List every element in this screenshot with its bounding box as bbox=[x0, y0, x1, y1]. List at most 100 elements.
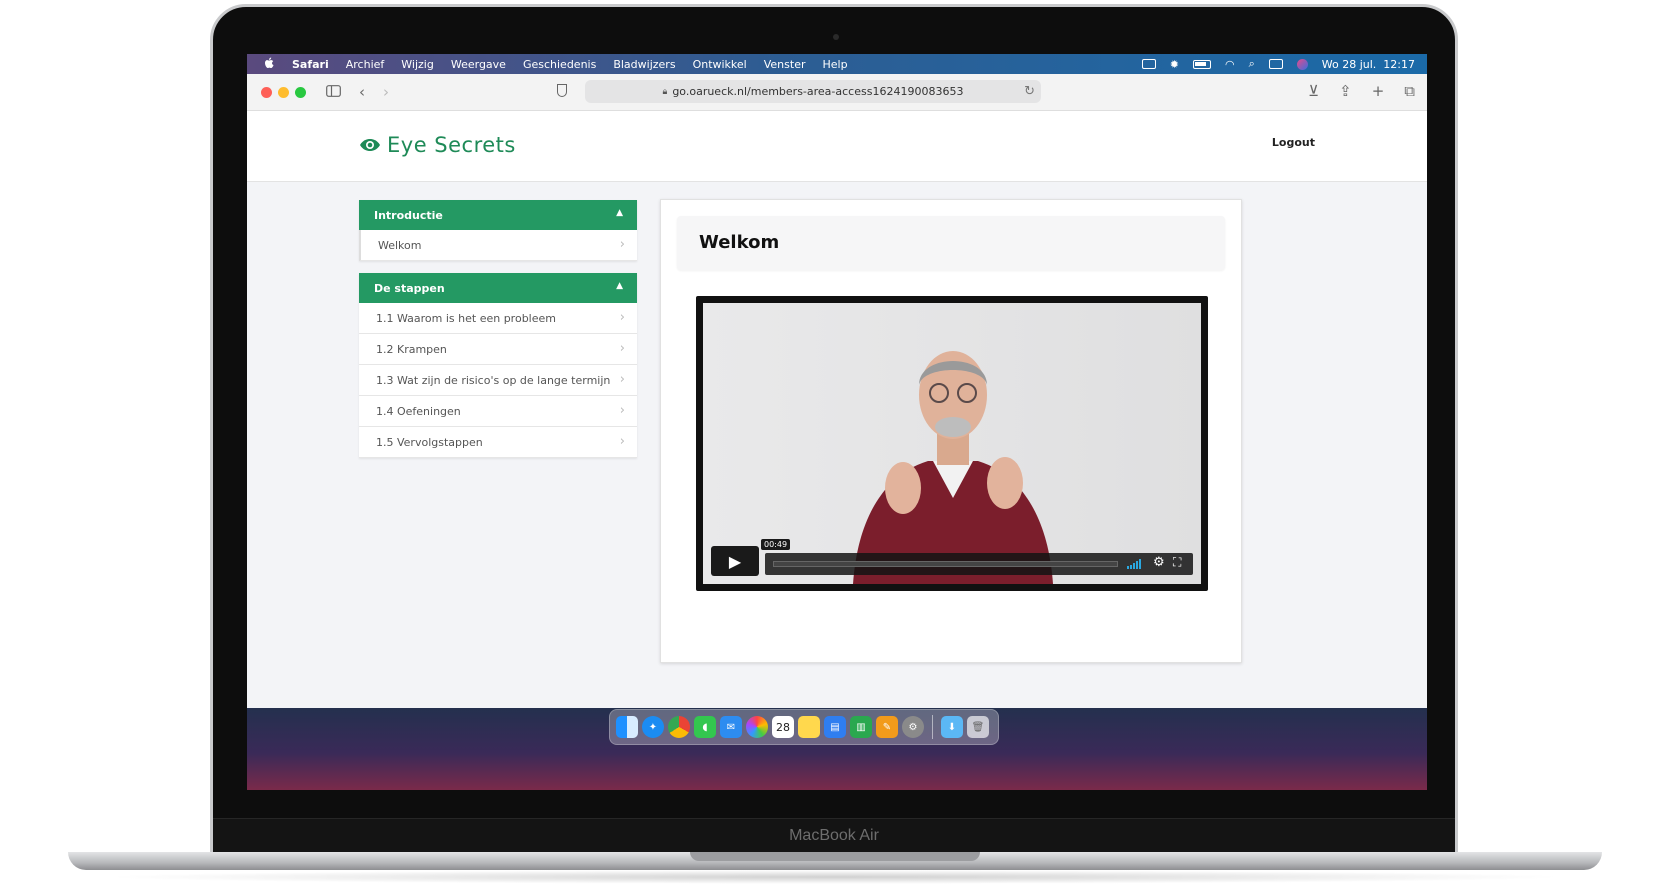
caret-up-icon: ▲ bbox=[616, 281, 623, 291]
laptop-screen: Safari Archief Wijzig Weergave Geschiede… bbox=[247, 54, 1427, 790]
accordion-header-de-stappen[interactable]: De stappen ▲ bbox=[359, 273, 637, 303]
desktop-wallpaper: ✦ ◖ ✉ 28 ▤ ▥ ✎ ⚙ ⬇ 🗑︎ bbox=[247, 708, 1427, 790]
menubar-clock[interactable]: Wo 28 jul. 12:17 bbox=[1322, 58, 1415, 71]
lesson-item-welkom[interactable]: Welkom › bbox=[359, 230, 637, 261]
brightness-icon[interactable]: ✹ bbox=[1170, 58, 1179, 71]
screen-mirroring-icon[interactable] bbox=[1141, 59, 1156, 69]
site-header: Eye Secrets Logout bbox=[247, 111, 1427, 182]
model-label: MacBook Air bbox=[789, 827, 879, 844]
video-timeline[interactable] bbox=[773, 561, 1118, 567]
downloads-folder-icon[interactable]: ⬇ bbox=[941, 716, 963, 738]
lesson-title: Welkom bbox=[699, 232, 780, 253]
new-tab-icon[interactable]: + bbox=[1372, 82, 1385, 100]
address-bar[interactable]: 🔒︎ go.oarueck.nl/members-area-access1624… bbox=[585, 80, 1041, 103]
eye-icon bbox=[359, 138, 381, 152]
dock-separator bbox=[932, 715, 933, 739]
privacy-shield-icon[interactable] bbox=[557, 84, 567, 97]
tab-overview-icon[interactable]: ⧉ bbox=[1404, 82, 1415, 100]
back-icon[interactable]: ‹ bbox=[359, 83, 365, 101]
siri-icon[interactable] bbox=[1296, 58, 1308, 70]
menu-geschiedenis[interactable]: Geschiedenis bbox=[523, 58, 596, 71]
accordion-de-stappen: De stappen ▲ 1.1 Waarom is het een probl… bbox=[359, 273, 637, 458]
lesson-item-1-3[interactable]: 1.3 Wat zijn de risico's op de lange ter… bbox=[359, 365, 637, 396]
lesson-item-1-1[interactable]: 1.1 Waarom is het een probleem › bbox=[359, 303, 637, 334]
settings-gear-icon[interactable]: ⚙ bbox=[1153, 555, 1165, 570]
downloads-icon[interactable]: ⊻ bbox=[1308, 82, 1319, 100]
volume-icon[interactable] bbox=[1127, 559, 1141, 569]
lesson-label: Welkom bbox=[378, 238, 422, 252]
video-control-bar: ⚙ ⛶ bbox=[765, 553, 1193, 575]
photos-icon[interactable] bbox=[746, 716, 768, 738]
mail-icon[interactable]: ✉ bbox=[720, 716, 742, 738]
messages-icon[interactable]: ◖ bbox=[694, 716, 716, 738]
menu-bladwijzers[interactable]: Bladwijzers bbox=[613, 58, 675, 71]
spotlight-search-icon[interactable]: ⌕ bbox=[1249, 57, 1255, 71]
video-player[interactable]: ▶ 00:49 ⚙ ⛶ bbox=[696, 296, 1208, 591]
presenter-image bbox=[853, 351, 1053, 584]
safari-icon[interactable]: ✦ bbox=[642, 716, 664, 738]
menu-ontwikkel[interactable]: Ontwikkel bbox=[693, 58, 747, 71]
menu-help[interactable]: Help bbox=[822, 58, 847, 71]
menu-weergave[interactable]: Weergave bbox=[451, 58, 506, 71]
web-page: Eye Secrets Logout Introductie ▲ Welkom … bbox=[247, 111, 1427, 708]
chevron-right-icon: › bbox=[619, 310, 625, 325]
close-window-button[interactable] bbox=[261, 86, 272, 98]
caret-up-icon: ▲ bbox=[616, 208, 623, 218]
chevron-right-icon: › bbox=[619, 341, 625, 356]
lesson-content-card: Welkom ▶ 00:49 ⚙ ⛶ bbox=[660, 199, 1242, 663]
accordion-header-introductie[interactable]: Introductie ▲ bbox=[359, 200, 637, 230]
macos-dock: ✦ ◖ ✉ 28 ▤ ▥ ✎ ⚙ ⬇ 🗑︎ bbox=[609, 709, 999, 745]
keynote-icon[interactable]: ▤ bbox=[824, 716, 846, 738]
macos-menubar: Safari Archief Wijzig Weergave Geschiede… bbox=[247, 54, 1427, 74]
wifi-icon[interactable]: ◠ bbox=[1225, 58, 1235, 71]
site-logo[interactable]: Eye Secrets bbox=[359, 133, 516, 157]
battery-icon[interactable] bbox=[1192, 59, 1211, 69]
video-timecode: 00:49 bbox=[761, 539, 791, 550]
lesson-item-1-4[interactable]: 1.4 Oefeningen › bbox=[359, 396, 637, 427]
url-text: go.oarueck.nl/members-area-access1624190… bbox=[672, 85, 964, 98]
chrome-icon[interactable] bbox=[668, 716, 690, 738]
laptop-shadow bbox=[100, 870, 1570, 884]
chevron-right-icon: › bbox=[619, 434, 625, 449]
accordion-introductie: Introductie ▲ Welkom › bbox=[359, 200, 637, 261]
numbers-icon[interactable]: ▥ bbox=[850, 716, 872, 738]
pages-icon[interactable]: ✎ bbox=[876, 716, 898, 738]
video-frame[interactable]: ▶ 00:49 ⚙ ⛶ bbox=[703, 303, 1201, 584]
logout-link[interactable]: Logout bbox=[1272, 136, 1315, 149]
lock-icon: 🔒︎ bbox=[662, 86, 668, 97]
menu-safari[interactable]: Safari bbox=[292, 58, 329, 71]
minimize-window-button[interactable] bbox=[278, 86, 289, 98]
menu-wijzig[interactable]: Wijzig bbox=[401, 58, 434, 71]
play-button[interactable]: ▶ bbox=[711, 546, 759, 576]
calendar-icon[interactable]: 28 bbox=[772, 716, 794, 738]
lesson-title-box: Welkom bbox=[677, 216, 1225, 270]
menu-venster[interactable]: Venster bbox=[764, 58, 806, 71]
lesson-label: 1.1 Waarom is het een probleem bbox=[376, 311, 556, 325]
lesson-label: 1.2 Krampen bbox=[376, 342, 447, 356]
webcam bbox=[833, 34, 839, 40]
trash-icon[interactable]: 🗑︎ bbox=[967, 716, 989, 738]
finder-icon[interactable] bbox=[616, 716, 638, 738]
lesson-item-1-2[interactable]: 1.2 Krampen › bbox=[359, 334, 637, 365]
apple-logo-icon[interactable] bbox=[264, 57, 275, 72]
control-center-icon[interactable] bbox=[1268, 59, 1283, 69]
accordion-title: De stappen bbox=[374, 281, 445, 295]
chevron-right-icon: › bbox=[619, 237, 625, 252]
zoom-window-button[interactable] bbox=[295, 86, 306, 98]
chevron-right-icon: › bbox=[619, 403, 625, 418]
fullscreen-icon[interactable]: ⛶ bbox=[1173, 555, 1181, 570]
reload-icon[interactable]: ↻ bbox=[1024, 84, 1035, 99]
forward-icon[interactable]: › bbox=[383, 83, 389, 101]
course-sidebar: Introductie ▲ Welkom › De stappen ▲ 1.1 … bbox=[359, 200, 637, 470]
lesson-label: 1.3 Wat zijn de risico's op de lange ter… bbox=[376, 373, 611, 387]
lesson-label: 1.5 Vervolgstappen bbox=[376, 435, 483, 449]
lesson-item-1-5[interactable]: 1.5 Vervolgstappen › bbox=[359, 427, 637, 458]
share-icon[interactable]: ⇪ bbox=[1339, 82, 1352, 100]
chevron-right-icon: › bbox=[619, 372, 625, 387]
laptop-opening-notch bbox=[690, 852, 980, 861]
menu-archief[interactable]: Archief bbox=[346, 58, 385, 71]
sidebar-toggle-icon[interactable] bbox=[326, 83, 341, 101]
system-preferences-icon[interactable]: ⚙ bbox=[902, 716, 924, 738]
accordion-title: Introductie bbox=[374, 208, 443, 222]
notes-icon[interactable] bbox=[798, 716, 820, 738]
